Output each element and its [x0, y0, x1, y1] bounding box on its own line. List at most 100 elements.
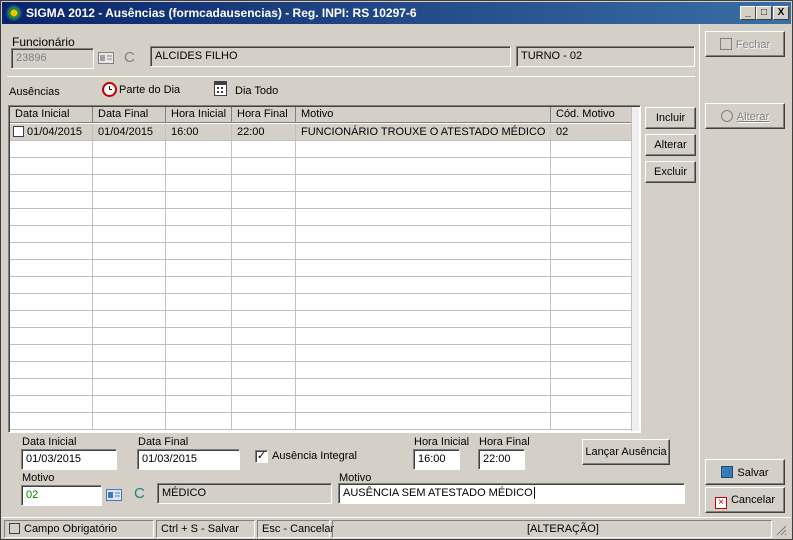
empty-row	[10, 328, 634, 345]
id-card-icon[interactable]	[106, 489, 122, 501]
funcionario-code-field[interactable]: 23896	[11, 48, 94, 69]
ausencia-integral-label: Ausência Integral	[272, 450, 357, 462]
empty-cell	[296, 345, 551, 362]
col-data-final[interactable]: Data Final	[93, 107, 166, 123]
empty-row	[10, 260, 634, 277]
empty-cell	[166, 260, 232, 277]
ausencias-label: Ausências	[9, 86, 60, 98]
empty-cell	[93, 328, 166, 345]
salvar-hint: Ctrl + S - Salvar	[156, 520, 255, 538]
calendar-icon[interactable]	[214, 81, 227, 96]
motivo-text-field[interactable]: AUSÊNCIA SEM ATESTADO MÉDICO	[338, 483, 685, 504]
clear-icon[interactable]: C	[124, 49, 135, 66]
empty-cell	[296, 413, 551, 430]
empty-cell	[232, 158, 296, 175]
empty-row	[10, 175, 634, 192]
clear-icon[interactable]: C	[134, 485, 145, 502]
empty-cell	[296, 192, 551, 209]
empty-cell	[10, 413, 93, 430]
empty-cell	[93, 175, 166, 192]
motivo-text-value: AUSÊNCIA SEM ATESTADO MÉDICO	[343, 487, 533, 499]
empty-cell	[551, 192, 634, 209]
empty-cell	[93, 311, 166, 328]
hora-final-field[interactable]: 22:00	[478, 449, 525, 470]
hora-inicial-field[interactable]: 16:00	[413, 449, 460, 470]
resize-grip-icon[interactable]	[775, 524, 787, 536]
close-button[interactable]: X	[773, 6, 789, 20]
grid-scrollbar[interactable]	[631, 107, 639, 431]
col-cod-motivo[interactable]: Cód. Motivo	[551, 107, 634, 123]
incluir-button[interactable]: Incluir	[645, 107, 696, 129]
empty-cell	[232, 294, 296, 311]
title-bar[interactable]: SIGMA 2012 - Ausências (formcadausencias…	[2, 2, 791, 24]
empty-cell	[10, 328, 93, 345]
empty-cell	[551, 260, 634, 277]
alterar-button[interactable]: Alterar	[705, 103, 785, 129]
hora-final-label: Hora Final	[479, 436, 530, 448]
dia-todo-option[interactable]: Dia Todo	[235, 85, 278, 97]
empty-cell	[551, 209, 634, 226]
motivo-code-field[interactable]: 02	[21, 485, 102, 506]
cancelar-button[interactable]: × Cancelar	[705, 487, 785, 513]
empty-row	[10, 379, 634, 396]
empty-cell	[551, 226, 634, 243]
lancar-ausencia-button[interactable]: Lançar Ausência	[582, 439, 670, 465]
col-hora-final[interactable]: Hora Final	[232, 107, 296, 123]
empty-cell	[296, 311, 551, 328]
empty-cell	[166, 362, 232, 379]
empty-cell	[93, 226, 166, 243]
empty-cell	[296, 243, 551, 260]
empty-cell	[10, 192, 93, 209]
maximize-button[interactable]: □	[756, 6, 772, 20]
empty-cell	[166, 396, 232, 413]
empty-cell	[296, 379, 551, 396]
empty-row	[10, 141, 634, 158]
data-inicial-field[interactable]: 01/03/2015	[21, 449, 117, 470]
clock-icon[interactable]	[102, 82, 117, 97]
empty-cell	[296, 175, 551, 192]
turno-field: TURNO - 02	[516, 46, 695, 67]
empty-cell	[93, 260, 166, 277]
required-marker-icon	[9, 523, 20, 534]
empty-cell	[296, 209, 551, 226]
door-icon	[719, 38, 732, 50]
empty-cell	[551, 345, 634, 362]
empty-cell	[551, 243, 634, 260]
status-bar: Campo Obrigatório Ctrl + S - Salvar Esc …	[2, 517, 791, 539]
empty-cell	[10, 175, 93, 192]
minimize-button[interactable]: _	[740, 6, 756, 20]
parte-do-dia-option[interactable]: Parte do Dia	[119, 84, 180, 96]
salvar-button[interactable]: Salvar	[705, 459, 785, 485]
empty-cell	[232, 277, 296, 294]
fechar-button[interactable]: Fechar	[705, 31, 785, 57]
main-window: SIGMA 2012 - Ausências (formcadausencias…	[0, 0, 793, 540]
empty-row	[10, 311, 634, 328]
empty-cell	[232, 362, 296, 379]
empty-cell	[232, 260, 296, 277]
empty-cell	[232, 226, 296, 243]
window-title: SIGMA 2012 - Ausências (formcadausencias…	[26, 6, 417, 20]
ausencia-integral-checkbox[interactable]: ✓	[255, 450, 268, 463]
data-inicial-label: Data Inicial	[22, 436, 77, 448]
empty-cell	[93, 362, 166, 379]
col-motivo[interactable]: Motivo	[296, 107, 551, 123]
empty-cell	[551, 277, 634, 294]
alterar-grid-button[interactable]: Alterar	[645, 134, 696, 156]
col-data-inicial[interactable]: Data Inicial	[10, 107, 93, 123]
empty-cell	[10, 345, 93, 362]
empty-cell	[551, 362, 634, 379]
empty-cell	[93, 396, 166, 413]
empty-cell	[10, 226, 93, 243]
empty-cell	[10, 396, 93, 413]
empty-cell	[232, 311, 296, 328]
empty-row	[10, 192, 634, 209]
col-hora-inicial[interactable]: Hora Inicial	[166, 107, 232, 123]
empty-cell	[166, 158, 232, 175]
text-cursor	[533, 487, 535, 499]
table-row[interactable]: 01/04/2015 01/04/2015 16:00 22:00 FUNCIO…	[10, 124, 634, 141]
excluir-button[interactable]: Excluir	[645, 161, 696, 183]
id-card-icon[interactable]	[98, 52, 114, 64]
empty-cell	[166, 328, 232, 345]
ausencias-grid[interactable]: Data Inicial Data Final Hora Inicial Hor…	[8, 105, 641, 433]
data-final-field[interactable]: 01/03/2015	[137, 449, 240, 470]
